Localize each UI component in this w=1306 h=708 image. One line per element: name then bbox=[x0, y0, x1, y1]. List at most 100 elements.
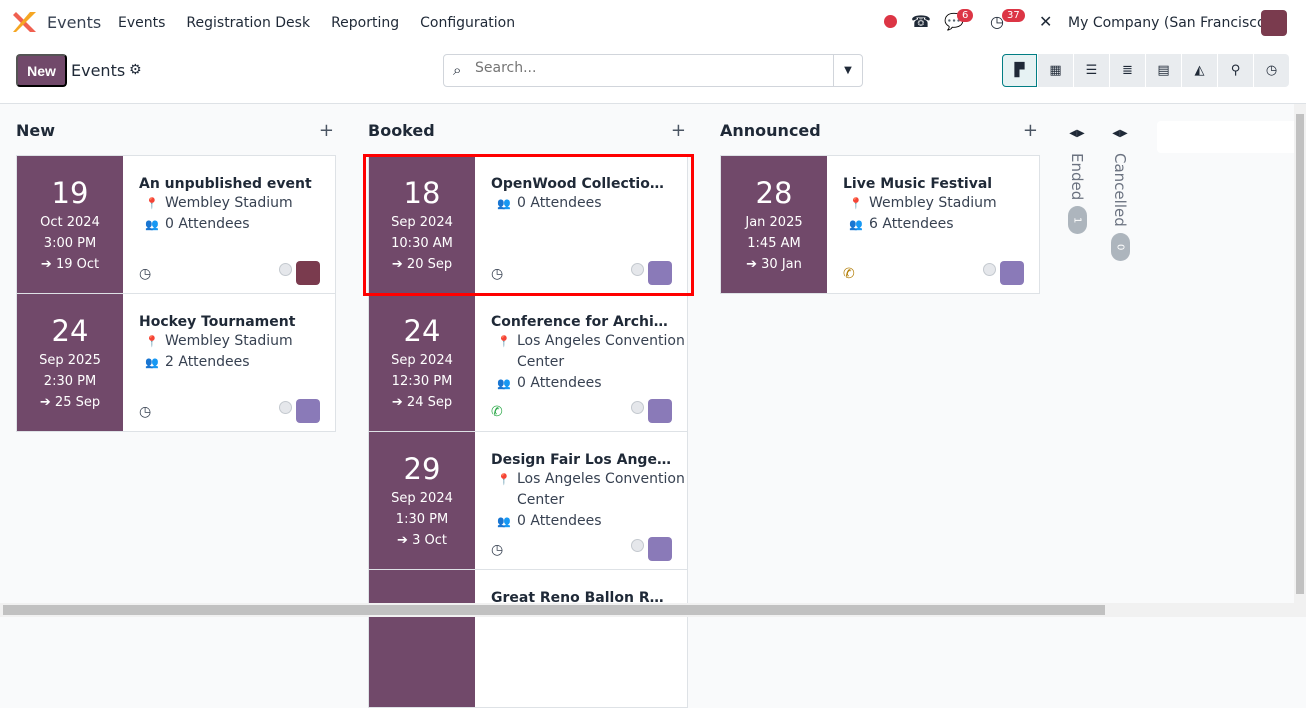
assignee-avatar[interactable] bbox=[648, 537, 672, 561]
view-switcher: ▛ ▦ ☰ ≣ ▤ ◭ ⚲ ◷ bbox=[1002, 54, 1289, 87]
event-month-year: Jan 2025 bbox=[745, 215, 803, 230]
expand-arrows-icon[interactable]: ◀▶ bbox=[1065, 128, 1089, 139]
menu-reporting[interactable]: Reporting bbox=[331, 15, 399, 31]
event-card[interactable]: 29 Sep 2024 1:30 PM ➔ 3 Oct Design Fair Los … bbox=[368, 431, 688, 570]
event-card[interactable]: 18 Sep 2024 10:30 AM ➔ 20 Sep OpenWood Colle… bbox=[368, 155, 688, 294]
assignee-avatar[interactable] bbox=[1000, 261, 1024, 285]
location-text: Center bbox=[517, 354, 565, 370]
event-card[interactable]: 24 Sep 2025 2:30 PM ➔ 25 Sep Hockey Tourname… bbox=[16, 293, 336, 432]
calendar-view-button[interactable]: ▦ bbox=[1038, 54, 1073, 87]
menu-events[interactable]: Events bbox=[118, 15, 165, 31]
event-attendees: 👥 0 Attendees bbox=[491, 193, 687, 214]
event-location: Center bbox=[491, 490, 687, 511]
clock-icon[interactable]: ◷ bbox=[139, 404, 151, 420]
event-card[interactable]: Great Reno Ballon Race bbox=[368, 569, 688, 708]
location-text: Wembley Stadium bbox=[869, 195, 997, 211]
card-info: An unpublished event 📍 Wembley Stadium 👥 0 A… bbox=[123, 156, 335, 293]
card-info: Hockey Tournament 📍 Wembley Stadium 👥 2 Atte… bbox=[123, 294, 335, 431]
date-panel bbox=[369, 570, 475, 707]
assignee-avatar[interactable] bbox=[648, 261, 672, 285]
graph-view-button[interactable]: ◭ bbox=[1182, 54, 1217, 87]
priority-status-icon[interactable] bbox=[279, 263, 292, 276]
folded-column-ended[interactable]: ◀▶ Ended 1 bbox=[1065, 128, 1089, 235]
activities-badge: 37 bbox=[1002, 9, 1025, 22]
event-time: 12:30 PM bbox=[391, 374, 453, 389]
column-count: 0 bbox=[1110, 232, 1130, 261]
phone-icon[interactable]: ☎ bbox=[911, 12, 931, 31]
location-text: Los Angeles Convention bbox=[517, 471, 685, 487]
horizontal-scrollbar[interactable] bbox=[0, 603, 1306, 617]
event-card[interactable]: 24 Sep 2024 12:30 PM ➔ 24 Sep Conference for… bbox=[368, 293, 688, 432]
assignee-avatar[interactable] bbox=[296, 261, 320, 285]
add-card-icon[interactable]: + bbox=[319, 120, 334, 141]
event-location: 📍 Wembley Stadium bbox=[139, 331, 335, 352]
menu-configuration[interactable]: Configuration bbox=[420, 15, 515, 31]
date-panel: 29 Sep 2024 1:30 PM ➔ 3 Oct bbox=[369, 432, 475, 569]
map-pin-icon: 📍 bbox=[497, 473, 511, 486]
arrow-right-icon: ➔ bbox=[391, 395, 407, 410]
status-dot-icon[interactable] bbox=[884, 15, 897, 28]
event-month-year: Sep 2025 bbox=[39, 353, 101, 368]
priority-status-icon[interactable] bbox=[983, 263, 996, 276]
user-avatar[interactable] bbox=[1261, 10, 1287, 36]
column-header: New + bbox=[16, 104, 336, 156]
column-count: 1 bbox=[1067, 206, 1087, 235]
event-day: 28 bbox=[755, 176, 793, 210]
event-day: 29 bbox=[403, 452, 441, 486]
event-title: Design Fair Los Angeles bbox=[491, 452, 673, 468]
list-view-button[interactable]: ☰ bbox=[1074, 54, 1109, 87]
event-attendees: 👥 6 Attendees bbox=[843, 214, 1039, 235]
add-column-placeholder[interactable] bbox=[1157, 121, 1297, 153]
folded-column-cancelled[interactable]: ◀▶ Cancelled 0 bbox=[1108, 128, 1132, 261]
events-app-logo[interactable] bbox=[13, 12, 39, 32]
app-name[interactable]: Events bbox=[47, 13, 101, 32]
priority-status-icon[interactable] bbox=[279, 401, 292, 414]
priority-status-icon[interactable] bbox=[631, 401, 644, 414]
pivot-view-button[interactable]: ▤ bbox=[1146, 54, 1181, 87]
kanban-view-button[interactable]: ▛ bbox=[1002, 54, 1037, 87]
kanban-column-booked: Booked +18 Sep 2024 10:30 AM ➔ 20 Sep OpenWoo… bbox=[368, 104, 688, 708]
search-options-toggle[interactable]: ▼ bbox=[833, 55, 862, 86]
clock-icon[interactable]: ◷ bbox=[491, 542, 503, 558]
messages-icon[interactable]: 💬 6 bbox=[944, 9, 974, 31]
event-end-date: 30 Jan bbox=[761, 257, 802, 272]
map-pin-icon: 📍 bbox=[497, 335, 511, 348]
search-input[interactable] bbox=[475, 60, 825, 76]
activities-icon[interactable]: ◷ 37 bbox=[990, 9, 1025, 31]
clock-icon[interactable]: ◷ bbox=[491, 266, 503, 282]
new-button[interactable]: New bbox=[16, 54, 67, 87]
assignee-avatar[interactable] bbox=[296, 399, 320, 423]
map-view-button[interactable]: ⚲ bbox=[1218, 54, 1253, 87]
event-time: 1:45 AM bbox=[747, 236, 801, 251]
users-icon: 👥 bbox=[145, 356, 159, 369]
users-icon: 👥 bbox=[497, 377, 511, 390]
event-card[interactable]: 19 Oct 2024 3:00 PM ➔ 19 Oct An unpublished … bbox=[16, 155, 336, 294]
scroll-thumb[interactable] bbox=[3, 605, 1105, 615]
phone-icon[interactable]: ✆ bbox=[491, 404, 503, 420]
add-card-icon[interactable]: + bbox=[671, 120, 686, 141]
event-location: 📍 Los Angeles Convention bbox=[491, 331, 687, 352]
assignee-avatar[interactable] bbox=[648, 399, 672, 423]
scroll-thumb[interactable] bbox=[1296, 114, 1304, 594]
debug-tools-icon[interactable]: ✕ bbox=[1039, 12, 1052, 31]
phone-icon[interactable]: ✆ bbox=[843, 266, 855, 282]
company-switcher[interactable]: My Company (San Francisco) bbox=[1068, 15, 1271, 31]
event-location: 📍 Wembley Stadium bbox=[139, 193, 335, 214]
add-card-icon[interactable]: + bbox=[1023, 120, 1038, 141]
event-day: 19 bbox=[51, 176, 89, 210]
menu-registration-desk[interactable]: Registration Desk bbox=[186, 15, 310, 31]
kanban-column-new: New +19 Oct 2024 3:00 PM ➔ 19 Oct An unpublis… bbox=[16, 104, 336, 432]
event-card[interactable]: 28 Jan 2025 1:45 AM ➔ 30 Jan Live Music Fest… bbox=[720, 155, 1040, 294]
gantt-view-button[interactable]: ≣ bbox=[1110, 54, 1145, 87]
event-title: Hockey Tournament bbox=[139, 314, 296, 330]
priority-status-icon[interactable] bbox=[631, 539, 644, 552]
priority-status-icon[interactable] bbox=[631, 263, 644, 276]
clock-icon[interactable]: ◷ bbox=[139, 266, 151, 282]
gear-icon[interactable]: ⚙ bbox=[129, 62, 142, 78]
event-location: 📍 Los Angeles Convention bbox=[491, 469, 687, 490]
expand-arrows-icon[interactable]: ◀▶ bbox=[1108, 128, 1132, 139]
vertical-scrollbar[interactable] bbox=[1294, 104, 1306, 603]
activity-view-button[interactable]: ◷ bbox=[1254, 54, 1289, 87]
card-info: Live Music Festival 📍 Wembley Stadium 👥 6 At… bbox=[827, 156, 1039, 293]
